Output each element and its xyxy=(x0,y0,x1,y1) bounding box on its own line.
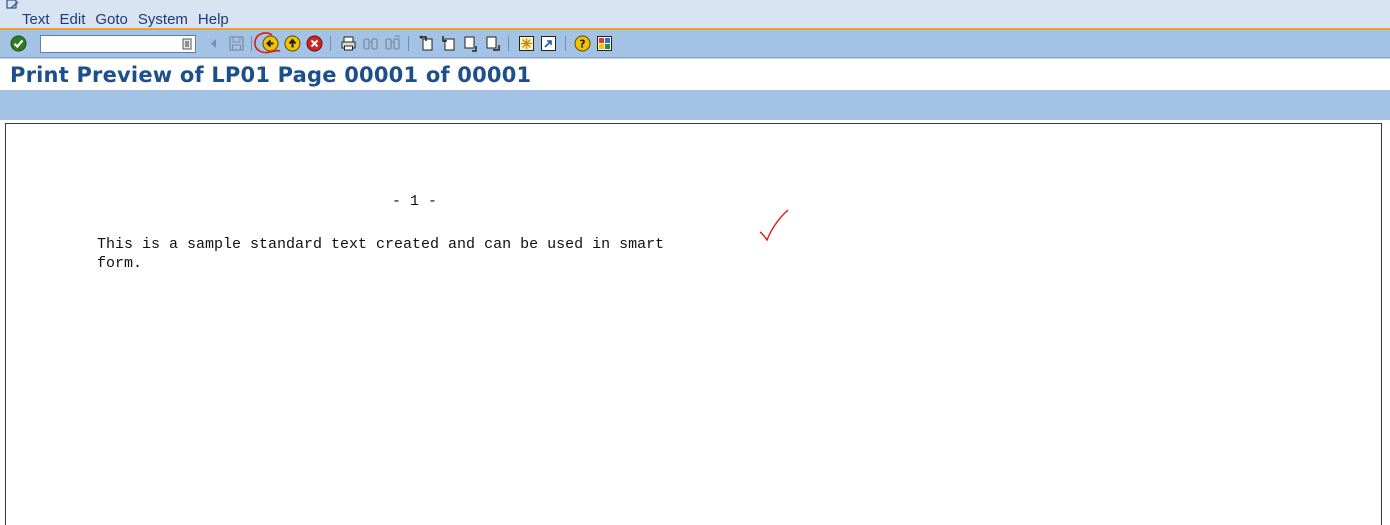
print-preview-area: - 1 - This is a sample standard text cre… xyxy=(5,123,1382,525)
toolbar-separator xyxy=(330,36,331,51)
page-number: - 1 - xyxy=(392,193,438,210)
svg-text:?: ? xyxy=(579,38,585,51)
standard-toolbar: ? xyxy=(0,30,1390,58)
title-bar: Print Preview of LP01 Page 00001 of 0000… xyxy=(0,58,1390,90)
find-icon[interactable] xyxy=(362,35,379,52)
document-text-line-1: This is a sample standard text created a… xyxy=(97,236,665,253)
command-input[interactable] xyxy=(41,39,177,55)
print-icon[interactable] xyxy=(340,35,357,52)
last-page-icon[interactable] xyxy=(484,35,501,52)
menu-item-help[interactable]: Help xyxy=(198,11,229,29)
toolbar-separator xyxy=(408,36,409,51)
next-page-icon[interactable] xyxy=(462,35,479,52)
toolbar-separator xyxy=(565,36,566,51)
red-checkmark-annotation xyxy=(759,209,789,242)
menu-item-edit[interactable]: Edit xyxy=(60,11,86,29)
right-edge xyxy=(1383,120,1390,525)
customize-layout-icon[interactable] xyxy=(596,35,613,52)
application-toolbar xyxy=(0,90,1390,120)
nav-back-arrow-icon[interactable] xyxy=(206,35,223,52)
create-session-icon[interactable] xyxy=(518,35,535,52)
enter-icon[interactable] xyxy=(10,35,27,52)
previous-page-icon[interactable] xyxy=(440,35,457,52)
document-text-line-2: form. xyxy=(97,255,143,272)
save-icon[interactable] xyxy=(228,35,245,52)
menu-item-goto[interactable]: Goto xyxy=(95,11,128,29)
red-circle-annotation xyxy=(254,32,281,54)
page-title: Print Preview of LP01 Page 00001 of 0000… xyxy=(10,63,532,87)
menu-item-text[interactable]: Text xyxy=(22,11,50,29)
window-menu-icon[interactable] xyxy=(6,0,22,11)
toolbar-separator xyxy=(508,36,509,51)
exit-icon[interactable] xyxy=(284,35,301,52)
help-icon[interactable]: ? xyxy=(574,35,591,52)
command-field[interactable] xyxy=(40,35,196,55)
first-page-icon[interactable] xyxy=(418,35,435,52)
history-dropdown-icon[interactable] xyxy=(182,38,192,50)
menu-item-system[interactable]: System xyxy=(138,11,188,29)
cancel-icon[interactable] xyxy=(306,35,323,52)
create-shortcut-icon[interactable] xyxy=(540,35,557,52)
menu-bar: Text Edit Goto System Help xyxy=(0,0,1390,29)
find-next-icon[interactable] xyxy=(384,35,401,52)
menu-items: Text Edit Goto System Help xyxy=(22,11,239,29)
